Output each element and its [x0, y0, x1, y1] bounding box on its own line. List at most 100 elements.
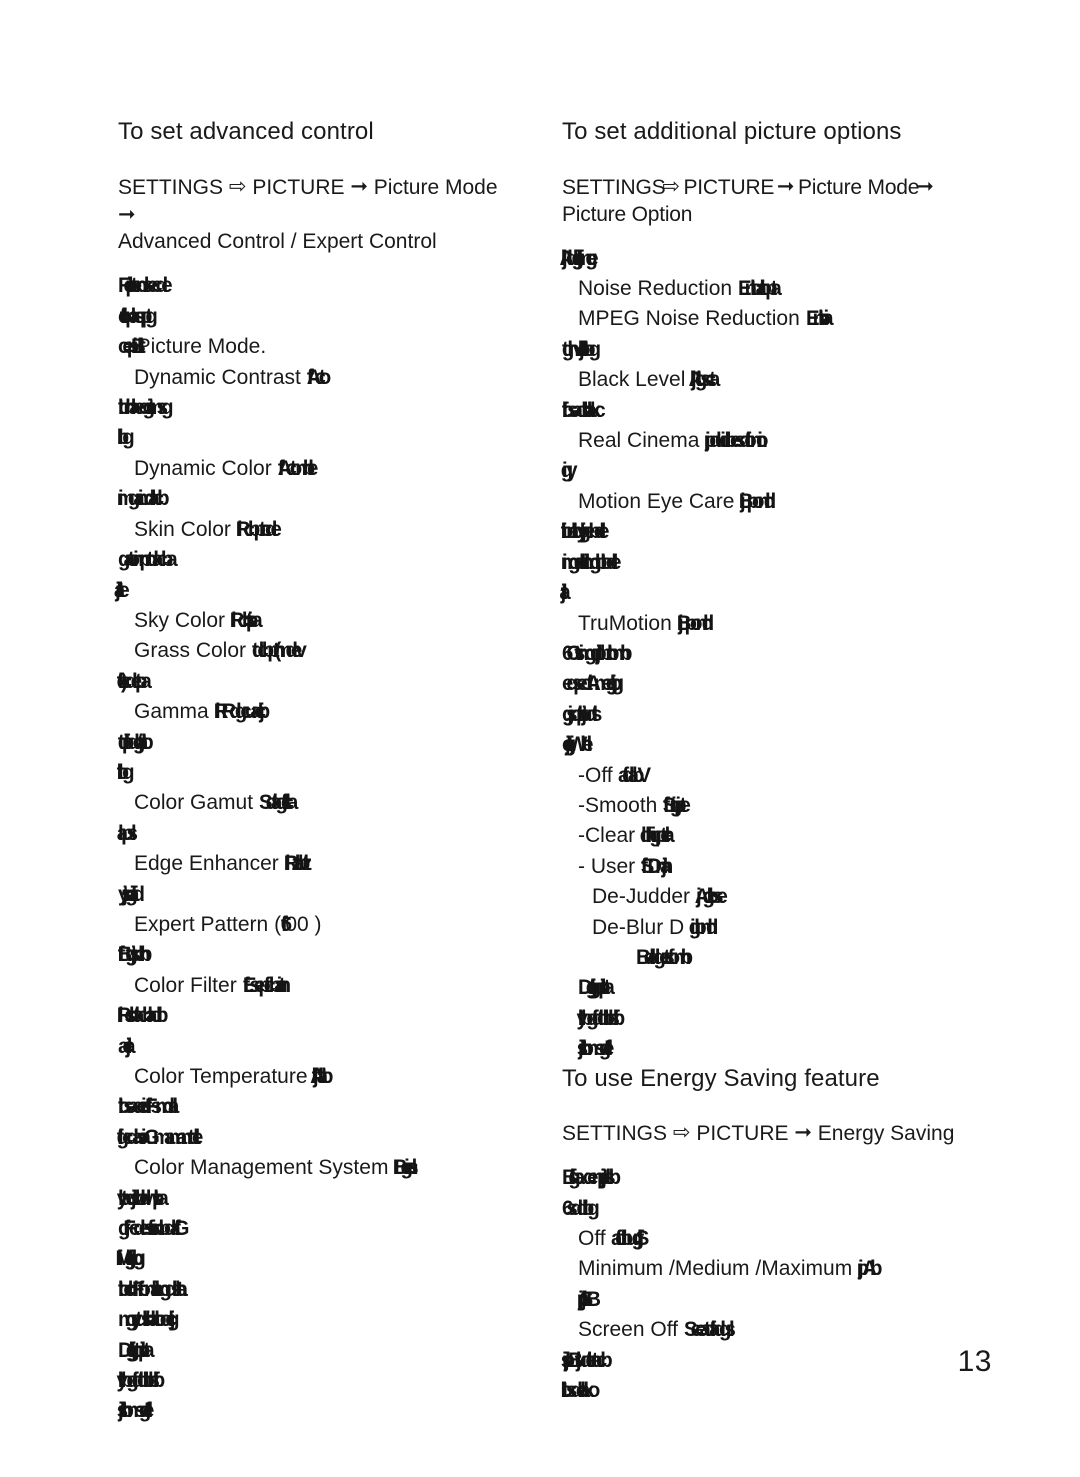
- manual-line: imgaim dlacb: [118, 484, 518, 514]
- manual-line: Dynamic Color ffActom ble: [118, 454, 518, 484]
- feature-label: 00 ): [285, 912, 322, 936]
- manual-line: 6sddbg: [562, 1194, 974, 1224]
- manual-line: Bdldgetsfom b: [562, 943, 974, 973]
- manual-line: itbn albyjlgebdle: [562, 517, 974, 547]
- feature-label: Sky Color: [134, 608, 231, 632]
- menu-path-picture: PICTURE: [696, 1122, 789, 1146]
- garbled-text: ttdfipdgjtatb: [118, 730, 154, 754]
- garbled-text: jslh tbm sgfIel: [578, 1037, 613, 1061]
- garbled-text: Bdldgetsfom b: [636, 945, 693, 969]
- garbled-text: Felipten dsecde: [118, 274, 173, 298]
- manual-line: -Smooth ffSn igjpte: [562, 791, 974, 821]
- garbled-text: lapsl: [118, 821, 137, 845]
- manual-line: tghvcltljbtbg: [562, 335, 974, 365]
- manual-line: 6Ctsim gdtjpbn tbm b: [562, 639, 974, 669]
- garbled-text: isljpBjtudten tacb: [562, 1348, 613, 1372]
- garbled-text: gfFcdestfon iscbdaffG: [118, 1217, 189, 1241]
- manual-line: Off aftdbugfjS: [562, 1224, 974, 1254]
- garbled-text: fEsepfc cbatn in: [242, 973, 291, 997]
- garbled-text: jlAldgfjfimg e: [562, 246, 598, 270]
- manual-line: jslh tbm sgfIel: [118, 1396, 518, 1426]
- manual-line: gattoim pn tdacba: [118, 545, 518, 575]
- manual-line: lte)cdetpa: [118, 667, 518, 697]
- garbled-text: ilMlgjlab g: [118, 1247, 146, 1271]
- energy-saving-heading: To use Energy Saving feature: [562, 1064, 880, 1092]
- garbled-text: eqsedtAm egjtb g: [562, 672, 624, 696]
- feature-label: MPEG N: [578, 307, 661, 331]
- garbled-text: lytadjsc bldwtlpa: [118, 1186, 169, 1210]
- manual-line: lytadjsc bldwtlpa: [118, 1184, 518, 1214]
- menu-path-picture: PICTURE: [683, 175, 775, 199]
- manual-line: Edge Enhancer lRzlabltz: [118, 849, 518, 879]
- manual-line: eqsedtAm egjtb g: [562, 669, 974, 699]
- manual-line: jslh tbm sgfIel: [562, 1034, 974, 1064]
- garbled-text: aclja: [118, 1034, 136, 1058]
- garbled-text: ttlybgffdtdbln sfb: [118, 1369, 165, 1393]
- feature-label: oise Reduction: [660, 307, 806, 331]
- manual-line: tbcldFfrom lalim gdsh ta: [118, 1275, 518, 1305]
- feature-label: Color Gamut: [134, 791, 259, 815]
- energy-saving-menu-path: SETTINGS ⇨ PICTURE ➞ Energy Saving: [562, 1119, 974, 1147]
- garbled-text: ffSn igjpte: [663, 793, 691, 817]
- garbled-text: ttlbsdelako: [562, 1379, 600, 1403]
- feature-label: -Off: [578, 763, 619, 787]
- manual-line: lapsl: [118, 819, 518, 849]
- garbled-text: ffSDm lja: [641, 854, 673, 878]
- manual-line: De-Blur D igbm ld: [562, 913, 974, 943]
- garbled-text: tfbsadttblakc: [562, 398, 606, 422]
- manual-line: tbsaceidfFsm dal: [118, 1092, 518, 1122]
- manual-line: Black Level jlAtlgscta: [562, 365, 974, 395]
- garbled-text: gattoim pn tdacba: [118, 548, 178, 572]
- manual-line: -Clear ldfhigptcla: [562, 821, 974, 851]
- garbled-text: ltja: [562, 581, 570, 605]
- manual-line: MPEG Noise Reduction Entbia: [562, 304, 974, 334]
- manual-line: tfbsadttblakc: [562, 396, 974, 426]
- garbled-text: ytjsgftiiad: [118, 882, 145, 906]
- garbled-text: lRcbptn cde: [236, 517, 282, 541]
- garbled-text: igy: [562, 459, 578, 483]
- garbled-text: m gytdsirblac bocjlg: [118, 1308, 180, 1332]
- garbled-text: lRzlabltz: [284, 852, 312, 876]
- manual-line: Expert Pattern (ff600 ): [118, 910, 518, 940]
- manual-line: ltja: [562, 578, 974, 608]
- garbled-text: Sdtagfclltca: [258, 791, 298, 815]
- manual-line: -Off aftdabV: [562, 761, 974, 791]
- garbled-text: tghvcltljbtbg: [562, 337, 601, 361]
- arrow-hollow-icon: ⇨: [228, 174, 247, 198]
- manual-line: gfFcdestfon iscbdaffG: [118, 1214, 518, 1244]
- garbled-text: imgaim dlacb: [118, 487, 170, 511]
- menu-path-settings: SETTINGS: [562, 175, 666, 199]
- manual-line: gjsdtptjudts: [562, 700, 974, 730]
- energy-saving-lines: BflgaxcenpIjjdsb 6sddbg Off aftdbugfjS Mini…: [562, 1163, 974, 1406]
- manual-line: jlAldgfjfimg e: [562, 244, 974, 274]
- garbled-text: fffBtgtjsch b: [118, 943, 152, 967]
- garbled-text: ffActom ble: [277, 456, 318, 480]
- menu-path-picture: PICTURE: [252, 175, 345, 199]
- manual-line: Dynamic Contrast ffActo: [118, 363, 518, 393]
- garbled-text: cepiBttii: [118, 335, 143, 359]
- feature-label: Color Temperature: [134, 1065, 314, 1089]
- feature-label: Real C: [578, 429, 643, 453]
- feature-label: Dynamic Contrast: [134, 365, 307, 389]
- manual-line: aclja: [118, 1032, 518, 1062]
- manual-line: TruMotion jBpom ld: [562, 609, 974, 639]
- feature-label: Off: [578, 1227, 612, 1251]
- feature-label: Noise Reduction: [578, 277, 738, 301]
- garbled-text: Dgjtltgdtipta: [578, 976, 615, 1000]
- feature-label: -Clear: [578, 824, 642, 848]
- feature-label: inema: [642, 429, 706, 453]
- page-number: 13: [957, 1345, 992, 1378]
- feature-label: Screen Off: [578, 1318, 684, 1342]
- garbled-text: ff6: [281, 912, 292, 936]
- garbled-text: igbm ld: [690, 915, 718, 939]
- garbled-text: BflgaxcenpIjjdsb: [562, 1166, 621, 1190]
- arrow-right-icon: ➞: [776, 174, 795, 198]
- garbled-text: aftdabV: [618, 763, 651, 787]
- feature-label: Gamma: [134, 700, 215, 724]
- manual-line: ttlybgffdtdbln sfb: [118, 1366, 518, 1396]
- feature-label: Picture Mode.: [136, 335, 267, 359]
- feature-label: Motion Eye Care: [578, 489, 741, 513]
- manual-line: Motion Eye Care jBpom ld: [562, 487, 974, 517]
- feature-label: Minimum /Medium /Maximum: [578, 1257, 859, 1281]
- manual-line: lRsldtacbladb: [118, 1001, 518, 1031]
